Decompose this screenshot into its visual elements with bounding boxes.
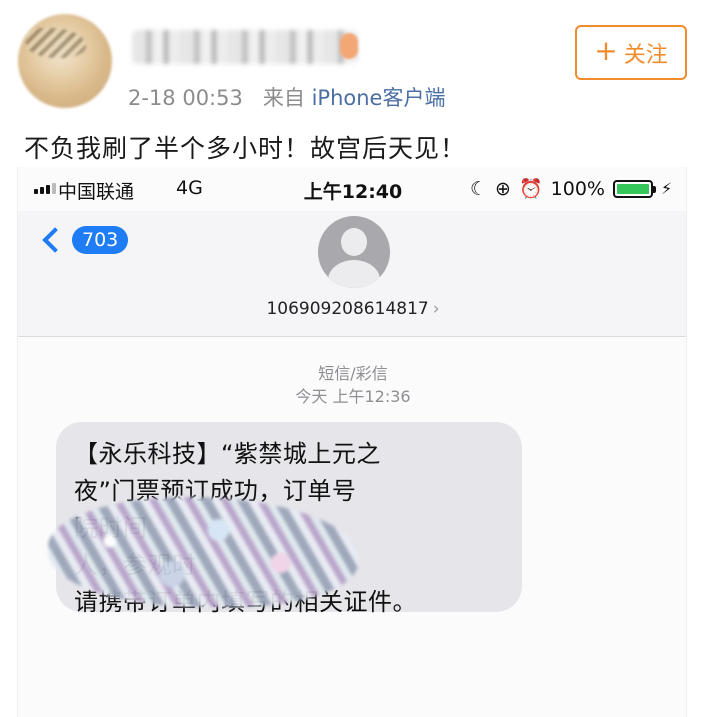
contact-number[interactable]: 106909208614817 ›	[18, 299, 686, 319]
alarm-icon: ⏰	[518, 178, 543, 200]
battery-percent: 100%	[550, 177, 605, 200]
plus-icon: +	[594, 34, 618, 67]
message-timestamp: 今天 上午12:36	[295, 387, 411, 406]
message-header: 703 106909208614817 ›	[18, 211, 686, 337]
message-line: 【永乐科技】“紫禁城上元之	[74, 440, 381, 468]
post-source-link[interactable]: iPhone客户端	[312, 86, 446, 110]
contact-avatar[interactable]	[318, 216, 390, 288]
status-icons: ☾ ⊕ ⏰ 100% ⚡	[470, 177, 673, 201]
message-type-label: 短信/彩信	[318, 364, 388, 383]
person-head-icon	[341, 228, 367, 256]
user-avatar[interactable]	[18, 14, 112, 108]
moon-icon: ☾	[470, 177, 488, 200]
person-torso-icon	[328, 260, 380, 288]
follow-button[interactable]: + 关注	[575, 25, 687, 80]
user-badge-icon	[340, 33, 358, 59]
chevron-right-icon: ›	[432, 299, 440, 319]
attached-screenshot[interactable]: 中国联通 4G 上午12:40 ☾ ⊕ ⏰ 100% ⚡ 703 1069092…	[17, 167, 687, 717]
status-bar: 中国联通 4G 上午12:40 ☾ ⊕ ⏰ 100% ⚡	[18, 167, 686, 211]
username-blurred[interactable]	[132, 30, 357, 64]
post-meta: 2-18 00:53 来自 iPhone客户端	[128, 82, 445, 112]
post-text: 不负我刷了半个多小时！故宫后天见！	[24, 134, 467, 163]
post-time: 2-18 00:53	[128, 86, 243, 110]
back-chevron-icon	[42, 227, 68, 253]
battery-icon	[612, 179, 656, 198]
contact-number-text: 106909208614817	[266, 299, 429, 319]
rotation-lock-icon: ⊕	[495, 177, 511, 200]
charging-bolt-icon: ⚡	[660, 179, 673, 198]
unread-count-badge: 703	[72, 226, 129, 254]
back-button[interactable]: 703	[42, 226, 129, 254]
post-source-prefix: 来自	[262, 86, 305, 110]
follow-label: 关注	[623, 42, 668, 68]
